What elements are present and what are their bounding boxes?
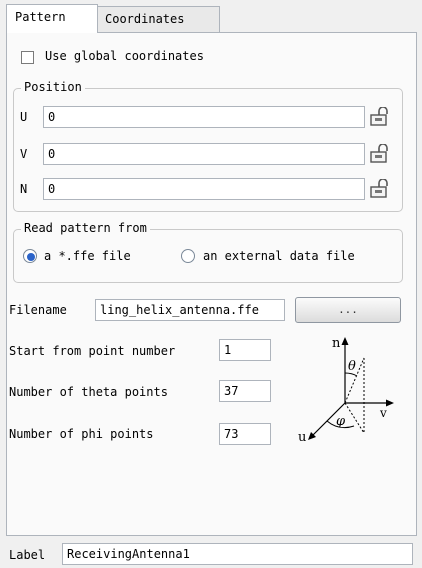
filename-label: Filename	[9, 303, 67, 317]
browse-button[interactable]: ...	[295, 297, 401, 323]
ffe-file-radio[interactable]	[23, 249, 37, 263]
diagram-theta-label: θ	[348, 359, 356, 374]
start-point-label: Start from point number	[9, 344, 176, 358]
n-input[interactable]: 0	[43, 178, 365, 200]
tab-coordinates[interactable]: Coordinates	[96, 6, 220, 32]
u-input[interactable]: 0	[43, 106, 365, 128]
external-data-file-radio-label: an external data file	[203, 249, 355, 263]
phi-points-input[interactable]: 73	[219, 423, 271, 445]
unlock-icon[interactable]	[369, 144, 391, 164]
external-data-file-radio[interactable]	[181, 249, 195, 263]
read-pattern-group-title: Read pattern from	[21, 221, 150, 235]
diagram-u-label: u	[298, 430, 306, 445]
theta-points-label: Number of theta points	[9, 385, 168, 399]
v-input[interactable]: 0	[43, 143, 365, 165]
tab-pattern-label: Pattern	[15, 10, 66, 24]
use-global-coordinates-checkbox[interactable]	[21, 51, 34, 64]
tab-coordinates-label: Coordinates	[105, 12, 185, 26]
phi-points-label: Number of phi points	[9, 427, 154, 441]
theta-points-input[interactable]: 37	[219, 380, 271, 402]
n-label: N	[20, 182, 28, 196]
diagram-n-label: n	[332, 336, 341, 351]
unlock-icon[interactable]	[369, 107, 391, 127]
diagram-v-label: v	[379, 406, 387, 420]
use-global-coordinates-label: Use global coordinates	[45, 49, 204, 63]
ffe-file-radio-label: a *.ffe file	[44, 249, 131, 263]
filename-input[interactable]: ling_helix_antenna.ffe	[95, 299, 285, 321]
label-input[interactable]: ReceivingAntenna1	[62, 543, 413, 565]
coordinate-diagram: n θ v φ u	[298, 336, 394, 445]
u-label: U	[20, 110, 28, 124]
start-point-input[interactable]: 1	[219, 339, 271, 361]
v-label: V	[20, 147, 28, 161]
radio-selected-dot	[27, 253, 35, 261]
diagram-phi-label: φ	[336, 414, 346, 429]
unlock-icon[interactable]	[369, 179, 391, 199]
label-field-label: Label	[9, 548, 46, 562]
position-group-title: Position	[21, 80, 85, 94]
tab-pattern[interactable]: Pattern	[6, 4, 98, 33]
